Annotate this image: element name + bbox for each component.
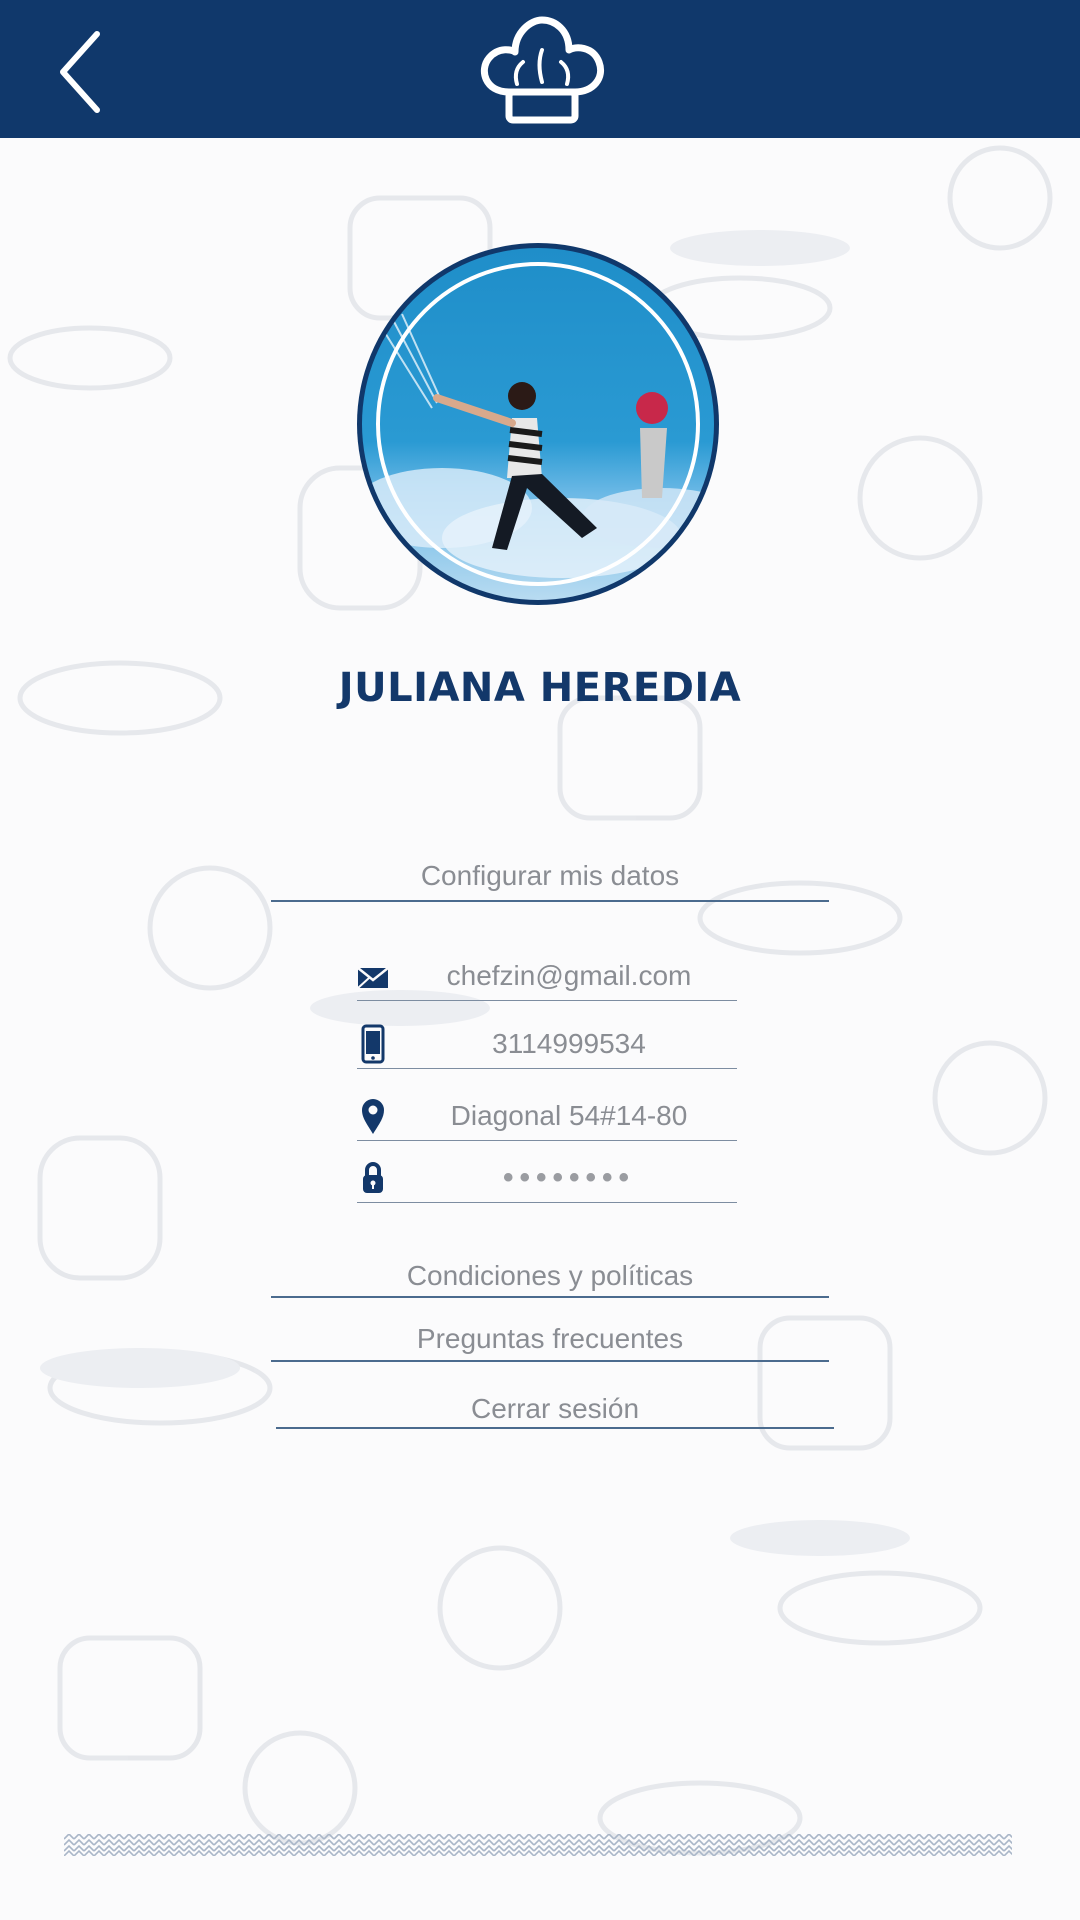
conditions-link[interactable]: Condiciones y políticas (271, 1252, 829, 1298)
avatar[interactable] (357, 243, 719, 605)
email-value: chefzin@gmail.com (446, 960, 692, 991)
avatar-ring (376, 262, 700, 586)
address-field[interactable]: Diagonal 54#14-80 (357, 1090, 737, 1141)
phone-value: 3114999534 (492, 1028, 646, 1059)
back-button[interactable] (55, 30, 105, 114)
configure-data-link[interactable]: Configurar mis datos (271, 856, 829, 902)
chef-hat-icon (475, 14, 609, 130)
phone-icon (357, 1024, 389, 1064)
user-name: JULIANA HEREDIA (338, 665, 742, 711)
location-pin-icon (357, 1096, 389, 1136)
address-value: Diagonal 54#14-80 (450, 1100, 688, 1131)
faq-link[interactable]: Preguntas frecuentes (271, 1316, 829, 1362)
envelope-icon (357, 956, 389, 996)
decorative-footer-strip (64, 1834, 1012, 1856)
top-bar (0, 0, 1080, 138)
chevron-left-icon (60, 31, 100, 113)
logout-link[interactable]: Cerrar sesión (276, 1387, 834, 1429)
password-field[interactable]: •••••••• (357, 1152, 737, 1203)
email-field[interactable]: chefzin@gmail.com (357, 950, 737, 1001)
password-value: •••••••• (502, 1161, 636, 1194)
phone-field[interactable]: 3114999534 (357, 1018, 737, 1069)
profile-photo (362, 248, 714, 600)
lock-icon (357, 1158, 389, 1198)
